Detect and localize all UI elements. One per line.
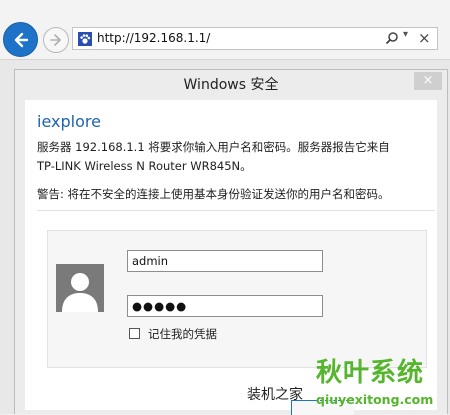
app-name: iexplore (37, 112, 101, 131)
remember-credentials-checkbox[interactable] (129, 328, 140, 339)
password-mask: ●●●●● (132, 299, 188, 313)
watermark-title: 秋叶系统 (316, 358, 425, 388)
address-bar[interactable]: http://192.168.1.1/ ▾ × (72, 27, 438, 50)
watermark-url: qiuyexitong.com (316, 392, 434, 407)
user-avatar-icon (56, 264, 104, 312)
address-url[interactable]: http://192.168.1.1/ (97, 31, 210, 45)
server-message-line1: 服务器 192.168.1.1 将要求你输入用户名和密码。服务器报告它来自 (37, 140, 390, 154)
security-warning: 警告: 将在不安全的连接上使用基本身份验证发送你的用户名和密码。 (37, 187, 390, 201)
paw-favicon-icon (78, 32, 92, 46)
forward-button[interactable] (43, 27, 69, 53)
watermark-small-text: 装机之家 (247, 387, 303, 403)
back-arrow-icon (14, 32, 28, 47)
username-field[interactable] (127, 250, 323, 272)
password-field[interactable]: ●●●●● (127, 295, 323, 317)
divider (37, 210, 435, 211)
credential-tile: ●●●●● 记住我的凭据 (47, 230, 427, 368)
chevron-down-icon[interactable]: ▾ (403, 29, 408, 40)
remember-credentials-label[interactable]: 记住我的凭据 (148, 326, 217, 342)
close-icon[interactable]: × (418, 29, 431, 47)
search-icon[interactable] (385, 31, 399, 45)
dialog-title: Windows 安全 (183, 77, 279, 93)
forward-arrow-icon (50, 34, 61, 46)
back-button[interactable] (3, 22, 38, 57)
browser-toolbar: http://192.168.1.1/ ▾ × (0, 0, 450, 60)
dialog-close-button[interactable]: × (414, 72, 442, 90)
server-message-line2: TP-LINK Wireless N Router WR845N。 (37, 159, 252, 173)
